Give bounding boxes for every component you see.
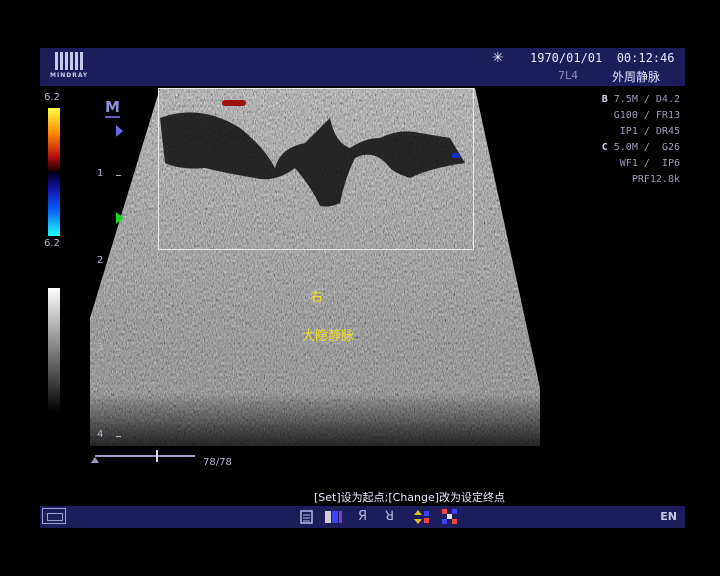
time: 00:12:46 (616, 51, 675, 65)
bottom-toolbar: Я ꓤ EN (40, 506, 685, 528)
depth-tick (116, 262, 121, 263)
exam-preset: 外周静脉 (612, 70, 661, 84)
language-indicator[interactable]: EN (660, 510, 677, 523)
b-param-1: 7.5M / D4.2 (613, 94, 680, 105)
cine-progress-bar[interactable] (95, 455, 195, 457)
orientation-arrow-icon (116, 125, 123, 137)
mindray-logo: MINDRAY (50, 52, 90, 84)
probe-label: 7L4 (558, 69, 579, 82)
m-mode-icon: M (105, 98, 120, 118)
datetime: 1970/01/01 00:12:46 (530, 51, 675, 65)
depth-mark-1: 1 (97, 168, 104, 179)
cine-frame-count: 78/78 (203, 457, 232, 468)
annotation-side[interactable]: 右 (310, 286, 323, 305)
focus-marker-icon[interactable] (116, 212, 124, 224)
date: 1970/01/01 (530, 51, 603, 65)
flip-horizontal-icon[interactable]: Я (358, 509, 367, 524)
imaging-parameters: B 7.5M / D4.2 G100 / FR13 IP1 / DR45 C 5… (602, 92, 680, 188)
color-flow-blue (452, 153, 460, 158)
cine-position-marker[interactable] (156, 450, 158, 462)
c-param-2: WF1 / IP6 (619, 158, 680, 169)
report-icon[interactable] (300, 510, 314, 524)
grayscale-bar (48, 288, 60, 412)
color-pattern-icon[interactable] (442, 509, 458, 525)
help-prompt: [Set]设为起点;[Change]改为设定终点 (314, 491, 506, 504)
depth-tick (116, 349, 121, 350)
c-param-1: 5.0M / G26 (613, 142, 680, 153)
depth-mark-4: 4 (97, 429, 104, 440)
depth-tick (116, 175, 121, 176)
b-param-3: IP1 / DR45 (619, 126, 680, 137)
snowflake-icon: ✳ (492, 50, 504, 66)
annotation-vessel[interactable]: 大隐静脉 (302, 325, 354, 344)
top-status-bar: MINDRAY ✳ 1970/01/01 00:12:46 7L4 外周静脉 (40, 48, 685, 86)
depth-tick (116, 436, 121, 437)
color-roi-box[interactable] (158, 88, 474, 250)
color-scale-max: 6.2 (44, 92, 60, 103)
color-map-icon[interactable] (325, 510, 343, 524)
logo-text: MINDRAY (50, 72, 89, 79)
updown-icon[interactable] (414, 509, 430, 525)
c-mode-label: C (601, 142, 608, 153)
color-flow-red (222, 100, 246, 106)
b-mode-label: B (601, 94, 608, 105)
c-param-3: PRF12.8k (631, 174, 680, 185)
b-param-2: G100 / FR13 (613, 110, 680, 121)
color-velocity-bar (48, 108, 60, 236)
color-scale-min: 6.2 (44, 238, 60, 249)
keyboard-icon[interactable] (42, 508, 66, 524)
depth-mark-3: 3 (97, 342, 104, 353)
depth-mark-2: 2 (97, 255, 104, 266)
cine-start-marker-icon (91, 457, 99, 463)
flip-vertical-icon[interactable]: ꓤ (385, 509, 394, 524)
